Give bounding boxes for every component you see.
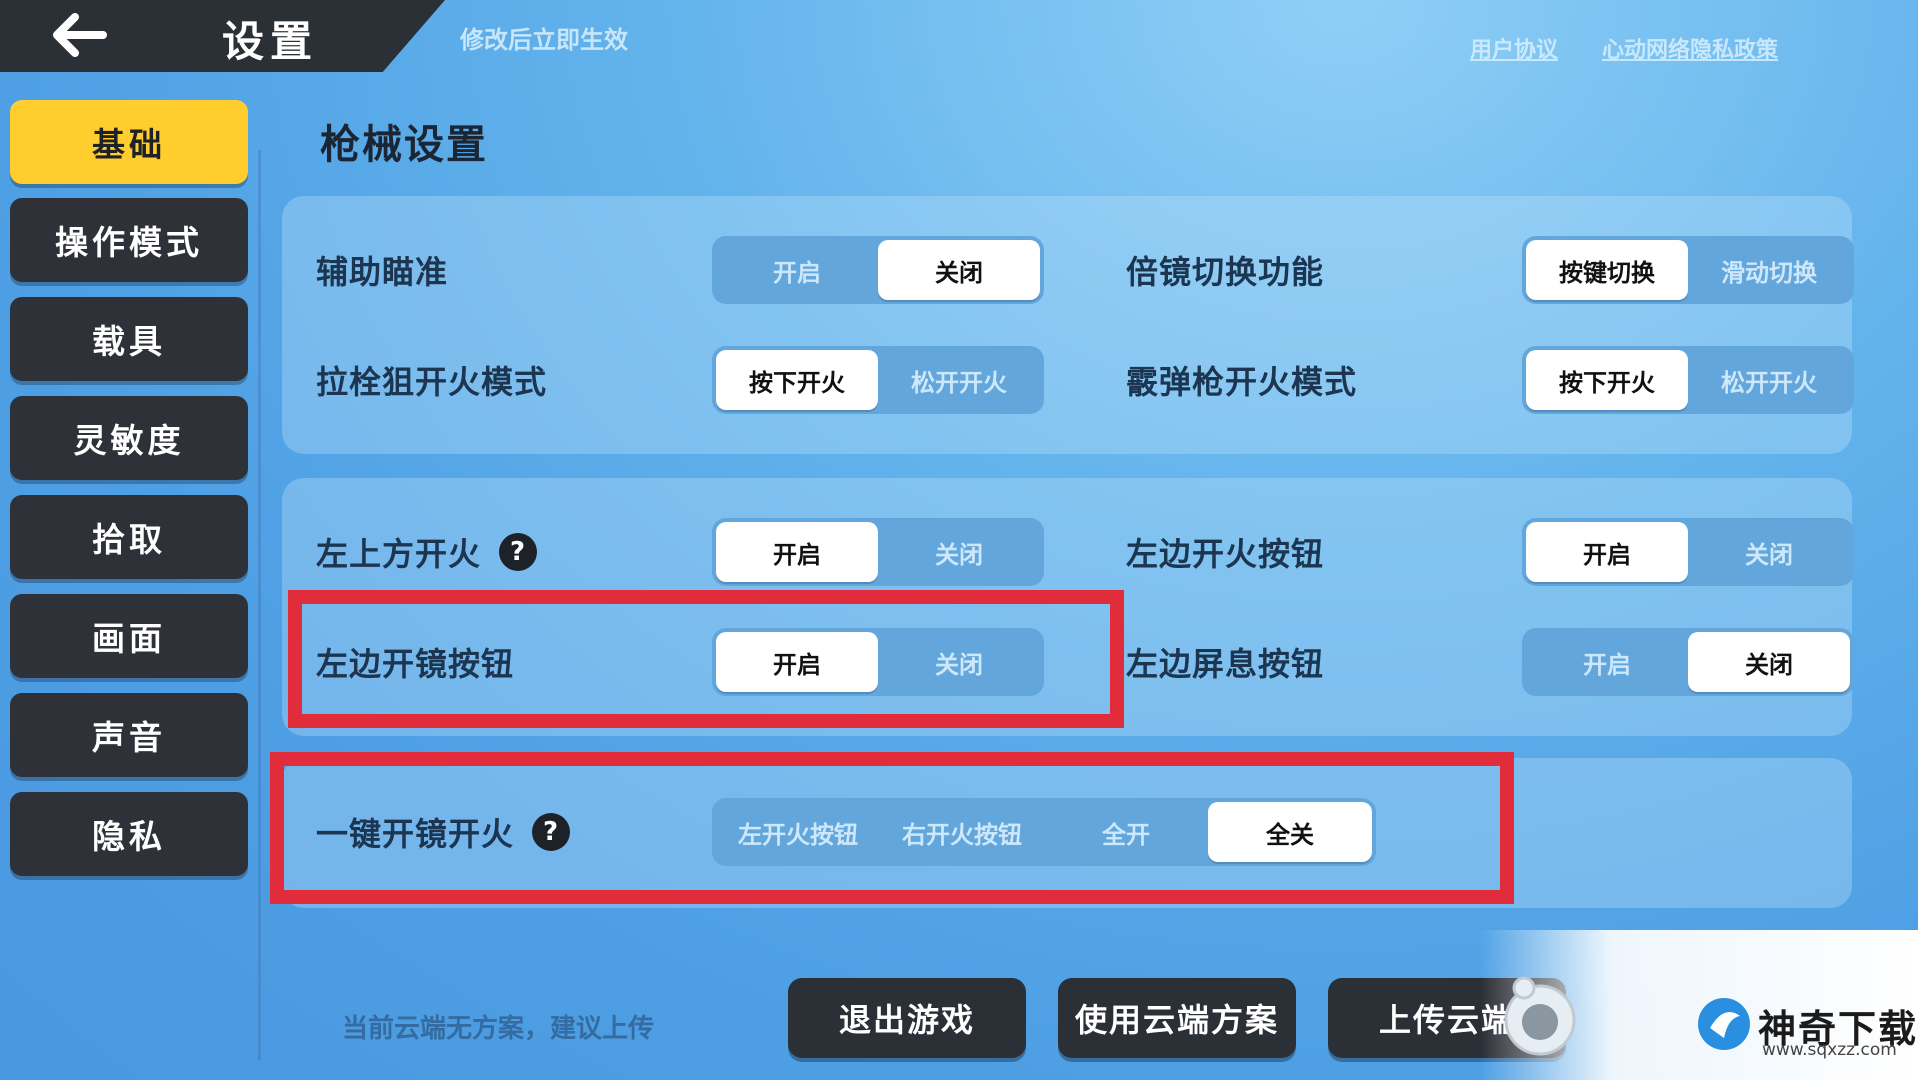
row-label-left-hold-breath: 左边屏息按钮 xyxy=(1126,645,1325,683)
bolt-sniper-press-fire[interactable]: 按下开火 xyxy=(716,350,878,410)
sidebar-divider xyxy=(258,150,261,1060)
help-icon[interactable]: ? xyxy=(499,533,538,571)
top-left-fire-on[interactable]: 开启 xyxy=(716,522,878,582)
bolt-sniper-release-fire[interactable]: 松开开火 xyxy=(878,350,1040,410)
row-label-scope-switch: 倍镜切换功能 xyxy=(1126,253,1325,291)
row-label-aim-assist: 辅助瞄准 xyxy=(316,253,449,291)
sidebar-item-pickup[interactable]: 拾取 xyxy=(10,495,248,579)
watermark-logo-icon xyxy=(1698,998,1750,1050)
highlight-box-one-key-scope xyxy=(270,752,1514,904)
left-hold-breath-on[interactable]: 开启 xyxy=(1526,632,1688,692)
aim-assist-on[interactable]: 开启 xyxy=(716,240,878,300)
left-fire-button-off[interactable]: 关闭 xyxy=(1688,522,1850,582)
page-title: 设置 xyxy=(222,17,319,66)
settings-panel-1 xyxy=(282,196,1852,454)
watermark-mascot-icon xyxy=(1504,976,1576,1056)
cloud-status-note: 当前云端无方案，建议上传 xyxy=(342,1014,655,1044)
aim-assist-toggle[interactable]: 开启 关闭 xyxy=(712,236,1044,304)
section-title: 枪械设置 xyxy=(320,122,488,168)
shotgun-release-fire[interactable]: 松开开火 xyxy=(1688,350,1850,410)
left-hold-breath-toggle[interactable]: 开启 关闭 xyxy=(1522,628,1854,696)
highlight-box-left-scope xyxy=(288,590,1124,728)
left-fire-button-on[interactable]: 开启 xyxy=(1526,522,1688,582)
sidebar-item-basic[interactable]: 基础 xyxy=(10,100,248,184)
exit-game-button[interactable]: 退出游戏 xyxy=(788,978,1026,1058)
row-label-top-left-fire: 左上方开火 ? xyxy=(316,522,538,582)
header-note: 修改后立即生效 xyxy=(460,26,628,54)
sidebar-item-privacy[interactable]: 隐私 xyxy=(10,792,248,876)
sidebar-item-sensitivity[interactable]: 灵敏度 xyxy=(10,396,248,480)
row-label-shotgun-fire: 霰弹枪开火模式 xyxy=(1126,363,1358,401)
privacy-policy-link[interactable]: 心动网络隐私政策 xyxy=(1602,32,1778,64)
left-hold-breath-off[interactable]: 关闭 xyxy=(1688,632,1850,692)
scope-switch-slide[interactable]: 滑动切换 xyxy=(1688,240,1850,300)
row-label-left-fire-button: 左边开火按钮 xyxy=(1126,535,1325,573)
aim-assist-off[interactable]: 关闭 xyxy=(878,240,1040,300)
row-label-bolt-sniper-fire: 拉栓狙开火模式 xyxy=(316,363,548,401)
user-agreement-link[interactable]: 用户协议 xyxy=(1470,32,1558,64)
back-arrow-icon xyxy=(53,13,107,57)
top-left-fire-toggle[interactable]: 开启 关闭 xyxy=(712,518,1044,586)
scope-switch-toggle[interactable]: 按键切换 滑动切换 xyxy=(1522,236,1854,304)
shotgun-press-fire[interactable]: 按下开火 xyxy=(1526,350,1688,410)
watermark-url: www.sqxzz.com xyxy=(1762,1040,1897,1060)
use-cloud-plan-button[interactable]: 使用云端方案 xyxy=(1058,978,1296,1058)
sidebar-item-control-mode[interactable]: 操作模式 xyxy=(10,198,248,282)
sidebar-item-graphics[interactable]: 画面 xyxy=(10,594,248,678)
left-fire-button-toggle[interactable]: 开启 关闭 xyxy=(1522,518,1854,586)
top-left-fire-off[interactable]: 关闭 xyxy=(878,522,1040,582)
back-button[interactable] xyxy=(24,6,134,64)
scope-switch-key[interactable]: 按键切换 xyxy=(1526,240,1688,300)
sidebar-item-vehicle[interactable]: 载具 xyxy=(10,297,248,381)
bolt-sniper-fire-toggle[interactable]: 按下开火 松开开火 xyxy=(712,346,1044,414)
sidebar-item-sound[interactable]: 声音 xyxy=(10,693,248,777)
shotgun-fire-toggle[interactable]: 按下开火 松开开火 xyxy=(1522,346,1854,414)
